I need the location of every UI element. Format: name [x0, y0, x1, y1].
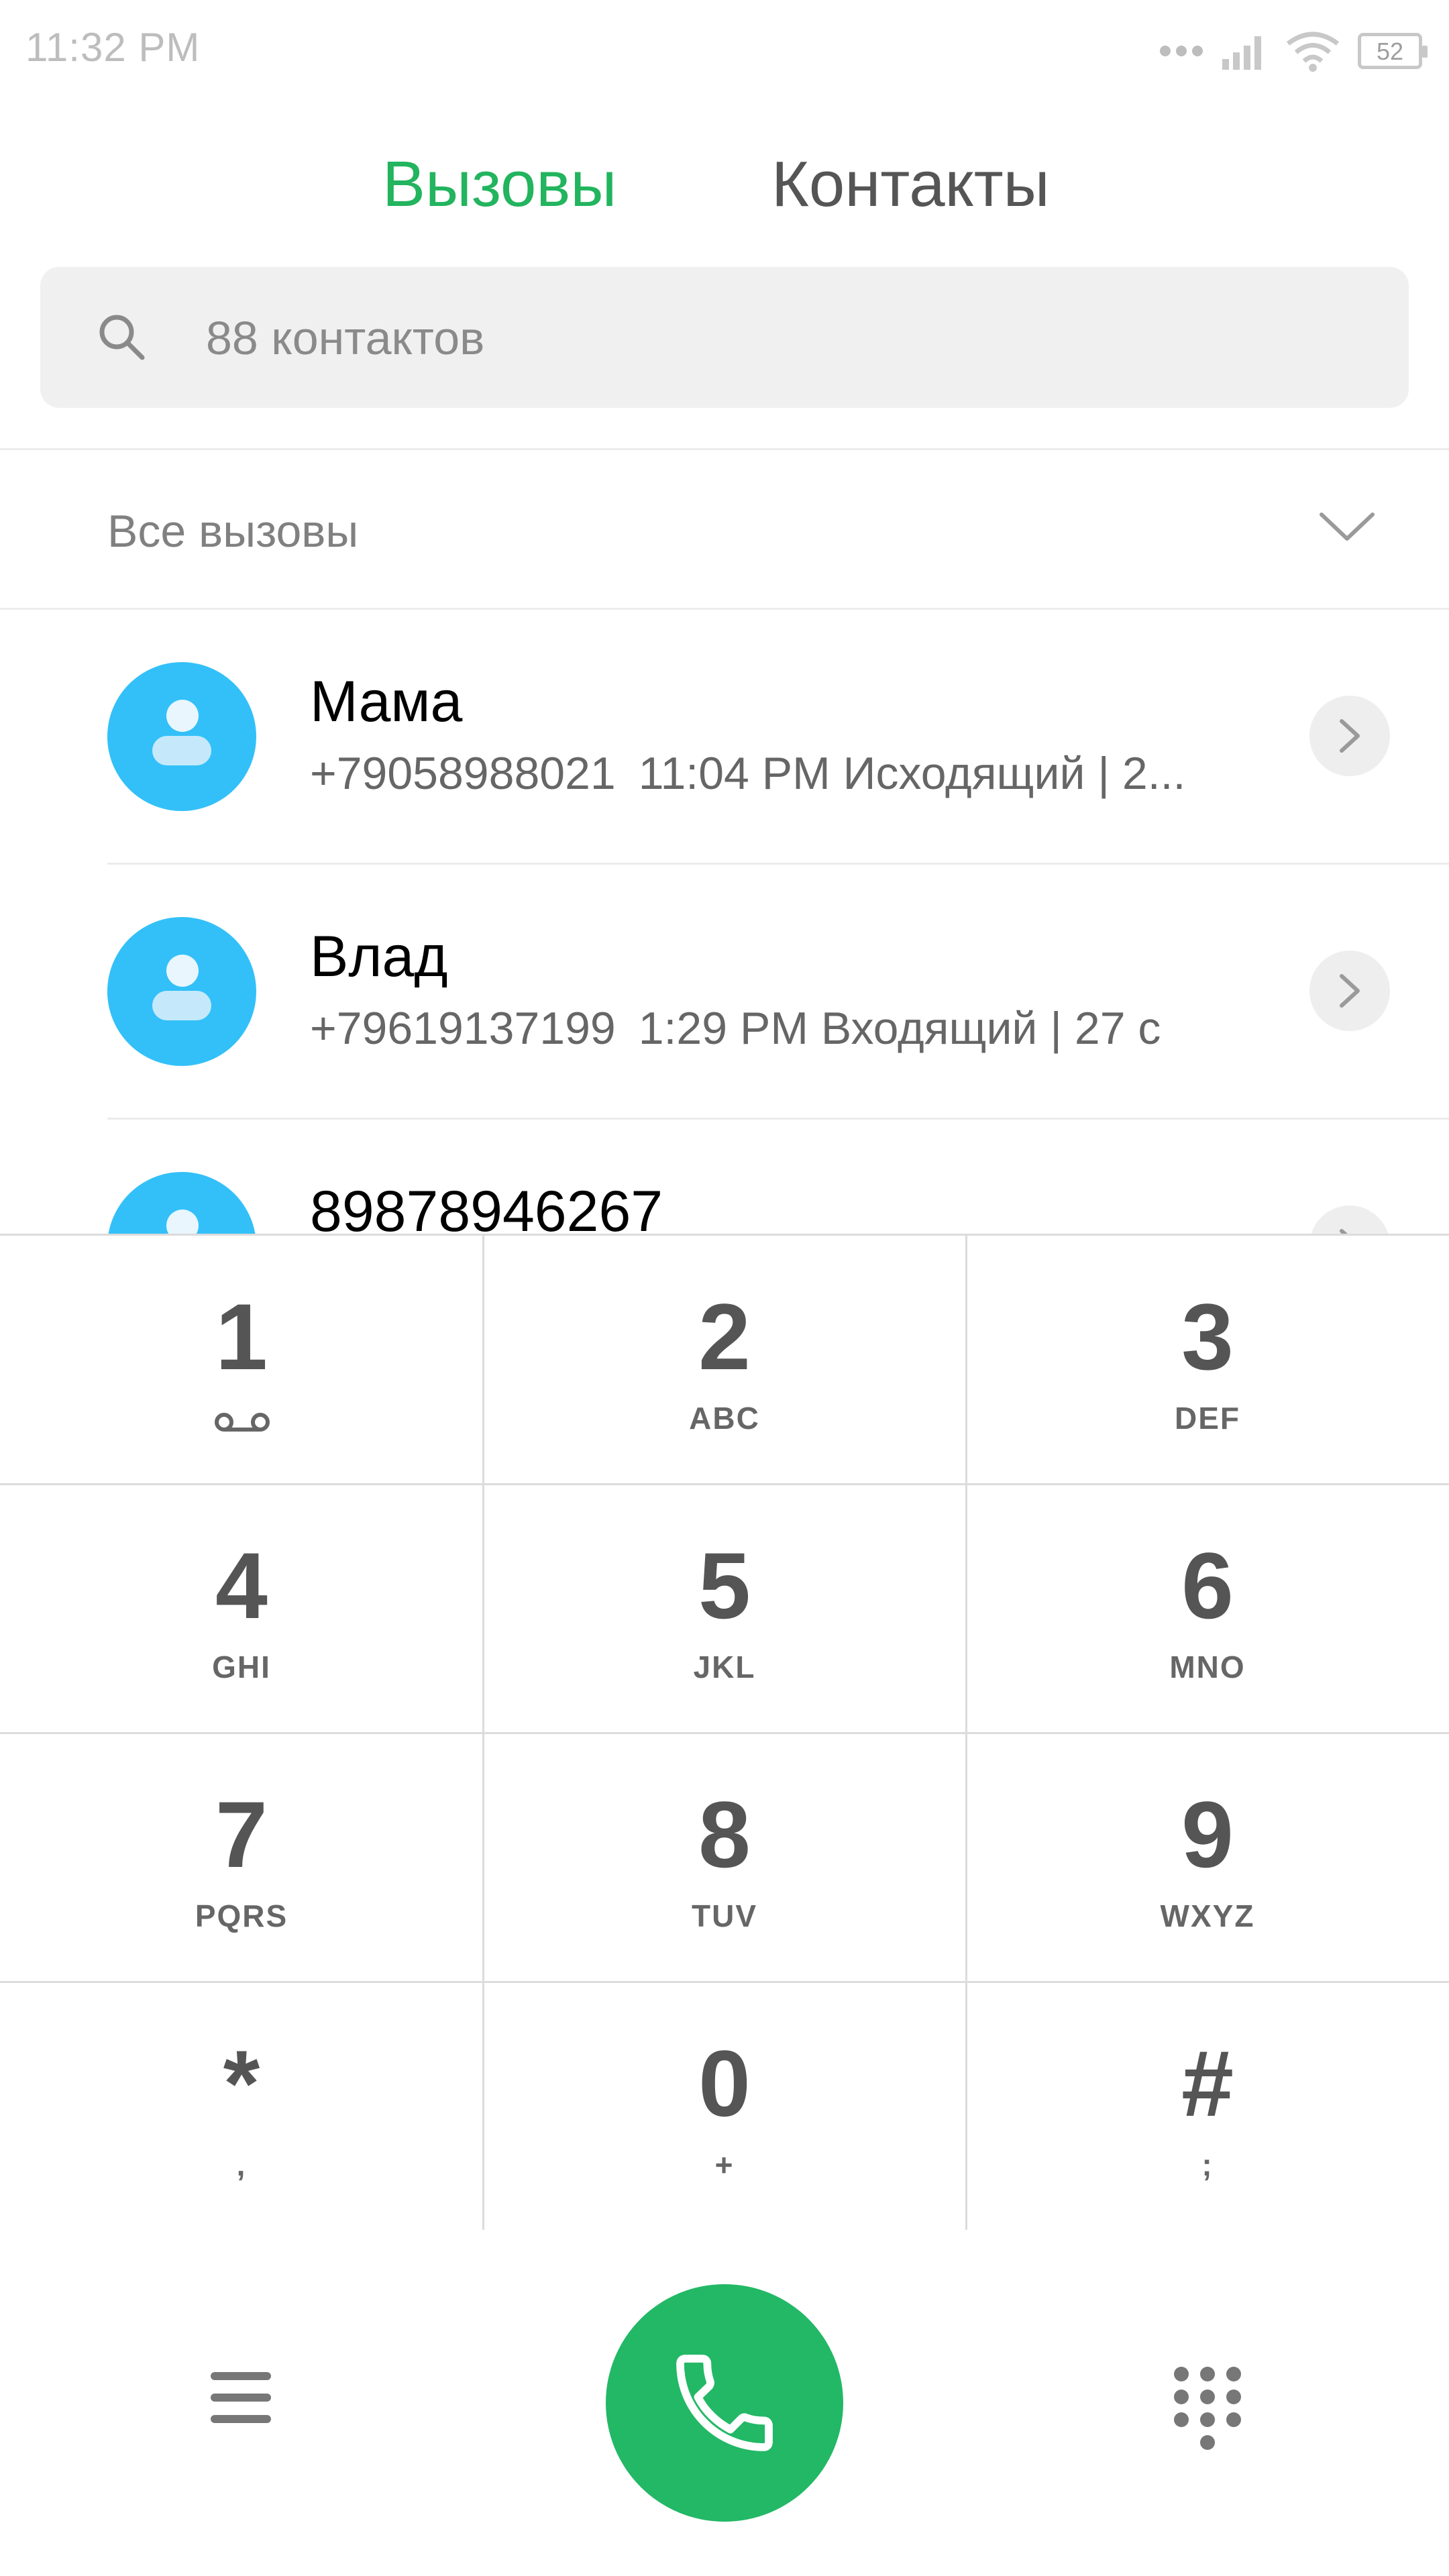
dial-key-digit: 0 — [698, 2031, 751, 2136]
dial-key-4[interactable]: 4 GHI — [0, 1485, 483, 1733]
dial-key-letters: , — [236, 2147, 247, 2182]
tab-calls[interactable]: Вызовы — [382, 148, 616, 221]
search-input[interactable] — [205, 267, 1348, 409]
dial-key-7[interactable]: 7 PQRS — [0, 1733, 483, 1982]
call-button[interactable] — [606, 2284, 843, 2522]
search-icon — [99, 315, 145, 360]
dial-key-letters: + — [714, 2147, 735, 2182]
call-details-button[interactable] — [1309, 1205, 1390, 1234]
dial-pad: 1 2 ABC 3 DEF 4 GHI 5 JKL 6 MNO 7 PQRS 8… — [0, 1234, 1449, 2232]
dial-key-3[interactable]: 3 DEF — [966, 1236, 1449, 1484]
dial-key-letters: DEF — [1175, 1401, 1240, 1436]
status-time: 11:32 PM — [25, 25, 201, 70]
battery-level: 52 — [1376, 38, 1404, 65]
call-log-list: Мама +79058988021 11:04 PM Исходящий | 2.… — [0, 610, 1449, 1234]
avatar — [107, 662, 256, 811]
dial-key-6[interactable]: 6 MNO — [966, 1485, 1449, 1733]
dial-key-digit: # — [1181, 2031, 1234, 2136]
call-log-item[interactable]: Влад +79619137199 1:29 PM Входящий | 27 с — [0, 865, 1449, 1120]
dial-key-digit: 1 — [215, 1284, 268, 1389]
dial-key-9[interactable]: 9 WXYZ — [966, 1733, 1449, 1982]
chevron-right-icon — [1340, 974, 1360, 1008]
dial-key-letters: MNO — [1169, 1650, 1246, 1684]
dial-key-digit: 6 — [1181, 1533, 1234, 1638]
dial-key-digit: 9 — [1181, 1782, 1234, 1887]
call-number: +79058988021 — [310, 748, 616, 799]
call-info: 1:29 PM Входящий | 27 с — [638, 1003, 1161, 1054]
menu-button[interactable] — [207, 2364, 274, 2431]
dial-key-hash[interactable]: # ; — [966, 1982, 1449, 2231]
dial-key-digit: 2 — [698, 1284, 751, 1389]
dial-key-digit: 4 — [215, 1533, 268, 1638]
dial-key-8[interactable]: 8 TUV — [483, 1733, 966, 1982]
call-filter-label: Все вызовы — [107, 506, 359, 557]
status-bar: 11:32 PM 52 — [0, 0, 1449, 101]
avatar — [107, 917, 256, 1066]
tab-contacts[interactable]: Контакты — [771, 148, 1050, 221]
signal-icon — [1222, 36, 1261, 70]
dial-key-letters: JKL — [693, 1650, 756, 1684]
voicemail-icon — [215, 1413, 270, 1432]
call-detail: +79619137199 1:29 PM Входящий | 27 с — [310, 1002, 1249, 1055]
dial-key-letters: WXYZ — [1160, 1898, 1255, 1933]
call-log-item[interactable]: 89878946267 — [0, 1120, 1449, 1234]
call-info: 11:04 PM Исходящий | 2... — [638, 748, 1186, 799]
search-bar[interactable] — [40, 267, 1409, 409]
chevron-right-icon — [1340, 719, 1360, 753]
call-contact-name: Мама — [310, 669, 463, 734]
dial-key-digit: 3 — [1181, 1284, 1234, 1389]
dial-key-0[interactable]: 0 + — [483, 1982, 966, 2231]
call-filter-dropdown[interactable]: Все вызовы — [0, 450, 1449, 608]
dial-key-letters: GHI — [212, 1650, 271, 1684]
battery-icon: 52 — [1358, 33, 1428, 69]
status-icons: 52 — [1159, 24, 1428, 78]
dial-key-star[interactable]: * , — [0, 1982, 483, 2231]
call-detail: +79058988021 11:04 PM Исходящий | 2... — [310, 747, 1249, 800]
phone-icon — [676, 2355, 773, 2451]
dial-key-letters: ; — [1201, 2147, 1214, 2182]
dial-key-2[interactable]: 2 ABC — [483, 1236, 966, 1484]
tab-bar: Вызовы Контакты — [0, 134, 1449, 235]
wifi-icon — [1286, 32, 1340, 72]
dial-key-1[interactable]: 1 — [0, 1236, 483, 1484]
dots-icon — [1160, 46, 1203, 56]
call-details-button[interactable] — [1309, 696, 1390, 776]
menu-icon — [211, 2372, 271, 2380]
dial-key-letters: ABC — [689, 1401, 760, 1436]
bottom-action-bar — [0, 2230, 1449, 2576]
call-number: +79619137199 — [310, 1003, 616, 1054]
call-contact-name: 89878946267 — [310, 1179, 663, 1234]
chevron-right-icon — [1340, 1229, 1348, 1234]
dial-key-digit: 5 — [698, 1533, 751, 1638]
avatar — [107, 1172, 256, 1234]
call-contact-name: Влад — [310, 924, 448, 989]
dial-key-digit: 8 — [698, 1782, 751, 1887]
call-details-button[interactable] — [1309, 951, 1390, 1031]
dial-key-5[interactable]: 5 JKL — [483, 1485, 966, 1733]
keypad-toggle-button[interactable] — [1171, 2364, 1244, 2451]
call-log-item[interactable]: Мама +79058988021 11:04 PM Исходящий | 2.… — [0, 610, 1449, 865]
menu-icon — [211, 2415, 271, 2423]
dial-key-digit: 7 — [215, 1782, 268, 1887]
menu-icon — [211, 2394, 271, 2402]
dial-key-letters: PQRS — [195, 1898, 288, 1933]
chevron-down-icon — [1320, 513, 1375, 541]
dial-key-digit: * — [223, 2031, 260, 2136]
dial-key-letters: TUV — [692, 1898, 757, 1933]
